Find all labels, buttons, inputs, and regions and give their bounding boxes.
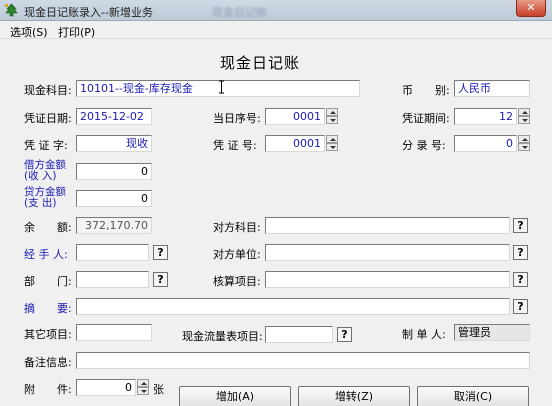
handler-label: 经 手 人: [24,248,68,261]
attachments-field[interactable]: 0 [76,379,136,396]
accounting-item-label: 核算项目: [213,275,261,288]
counter-account-field[interactable] [265,217,510,234]
spin-up-icon[interactable] [137,379,149,387]
voucher-no-label: 凭 证 号: [213,139,257,152]
counter-account-lookup-icon[interactable]: ? [513,218,528,233]
remarks-label: 备注信息: [24,356,72,369]
maker-field: 管理员 [454,324,530,341]
counter-unit-label: 对方单位: [213,248,261,261]
attachments-label: 附 件: [24,383,72,396]
menu-bar: 选项(S) 打印(P) [0,21,552,39]
debit-amount-sublabel: (收 入) [24,170,57,182]
add-button[interactable]: 增加(A) [179,386,291,406]
balance-label: 余 额: [24,221,72,234]
voucher-date-label: 凭证日期: [24,112,72,125]
text-cursor-icon [219,80,224,94]
cashflow-item-label: 现金流量表项目: [182,330,263,343]
summary-field[interactable] [76,298,510,315]
counter-unit-lookup-icon[interactable]: ? [513,245,528,260]
daily-seq-field[interactable]: 0001 [265,108,325,125]
maker-label: 制 单 人: [402,328,446,341]
spin-up-icon[interactable] [518,135,530,143]
accounting-item-field[interactable] [265,271,510,288]
cash-account-label: 现金科目: [24,84,72,97]
summary-label: 摘 要: [24,302,72,315]
accounting-item-lookup-icon[interactable]: ? [513,272,528,287]
voucher-word-label: 凭 证 字: [24,139,68,152]
window-title: 现金日记账录入--新增业务 [24,6,153,19]
add-transfer-button[interactable]: 增转(Z) [298,386,410,406]
handler-field[interactable] [76,244,149,261]
cashflow-item-field[interactable] [265,326,333,343]
daily-seq-label: 当日序号: [213,112,261,125]
spin-down-icon[interactable] [326,116,338,124]
attachments-spinner[interactable] [137,379,149,396]
voucher-no-spinner[interactable] [326,135,338,152]
other-item-label: 其它项目: [24,328,72,341]
voucher-period-label: 凭证期间: [402,112,450,125]
balance-field: 372,170.70 [76,217,152,234]
spin-up-icon[interactable] [326,108,338,116]
entry-no-field[interactable]: 0 [454,135,517,152]
attachments-unit: 张 [153,383,164,396]
remarks-field[interactable] [76,352,530,369]
handler-lookup-icon[interactable]: ? [153,245,168,260]
spin-down-icon[interactable] [137,387,149,395]
voucher-date-field[interactable]: 2015-12-02 [76,108,152,125]
app-icon [5,3,18,17]
other-item-field[interactable] [76,324,152,341]
daily-seq-spinner[interactable] [326,108,338,125]
form-title: 现金日记账 [219,54,300,72]
department-lookup-icon[interactable]: ? [153,272,168,287]
counter-account-label: 对方科目: [213,221,261,234]
credit-amount-field[interactable]: 0 [76,190,152,207]
voucher-word-field[interactable]: 现收 [76,135,152,152]
spin-up-icon[interactable] [518,108,530,116]
voucher-period-field[interactable]: 12 [454,108,517,125]
spin-up-icon[interactable] [326,135,338,143]
title-bar: 现金日记账录入--新增业务 现金日记账 ✕ [0,0,552,21]
counter-unit-field[interactable] [265,244,510,261]
currency-label: 币 别: [402,84,450,97]
voucher-period-spinner[interactable] [518,108,530,125]
menu-options[interactable]: 选项(S) [10,24,48,40]
close-button[interactable]: ✕ [516,0,546,17]
menu-print[interactable]: 打印(P) [58,24,95,40]
credit-amount-sublabel: (支 出) [24,197,57,209]
voucher-no-field[interactable]: 0001 [265,135,325,152]
spin-down-icon[interactable] [518,143,530,151]
cashflow-item-lookup-icon[interactable]: ? [337,327,352,342]
entry-no-label: 分 录 号: [402,139,446,152]
currency-field[interactable]: 人民币 [454,80,530,97]
debit-amount-field[interactable]: 0 [76,163,152,180]
summary-lookup-icon[interactable]: ? [513,299,528,314]
department-field[interactable] [76,271,149,288]
entry-no-spinner[interactable] [518,135,530,152]
spin-down-icon[interactable] [518,116,530,124]
cancel-button[interactable]: 取消(C) [417,386,529,406]
spin-down-icon[interactable] [326,143,338,151]
department-label: 部 门: [24,275,72,288]
background-window-title: 现金日记账 [212,6,267,19]
